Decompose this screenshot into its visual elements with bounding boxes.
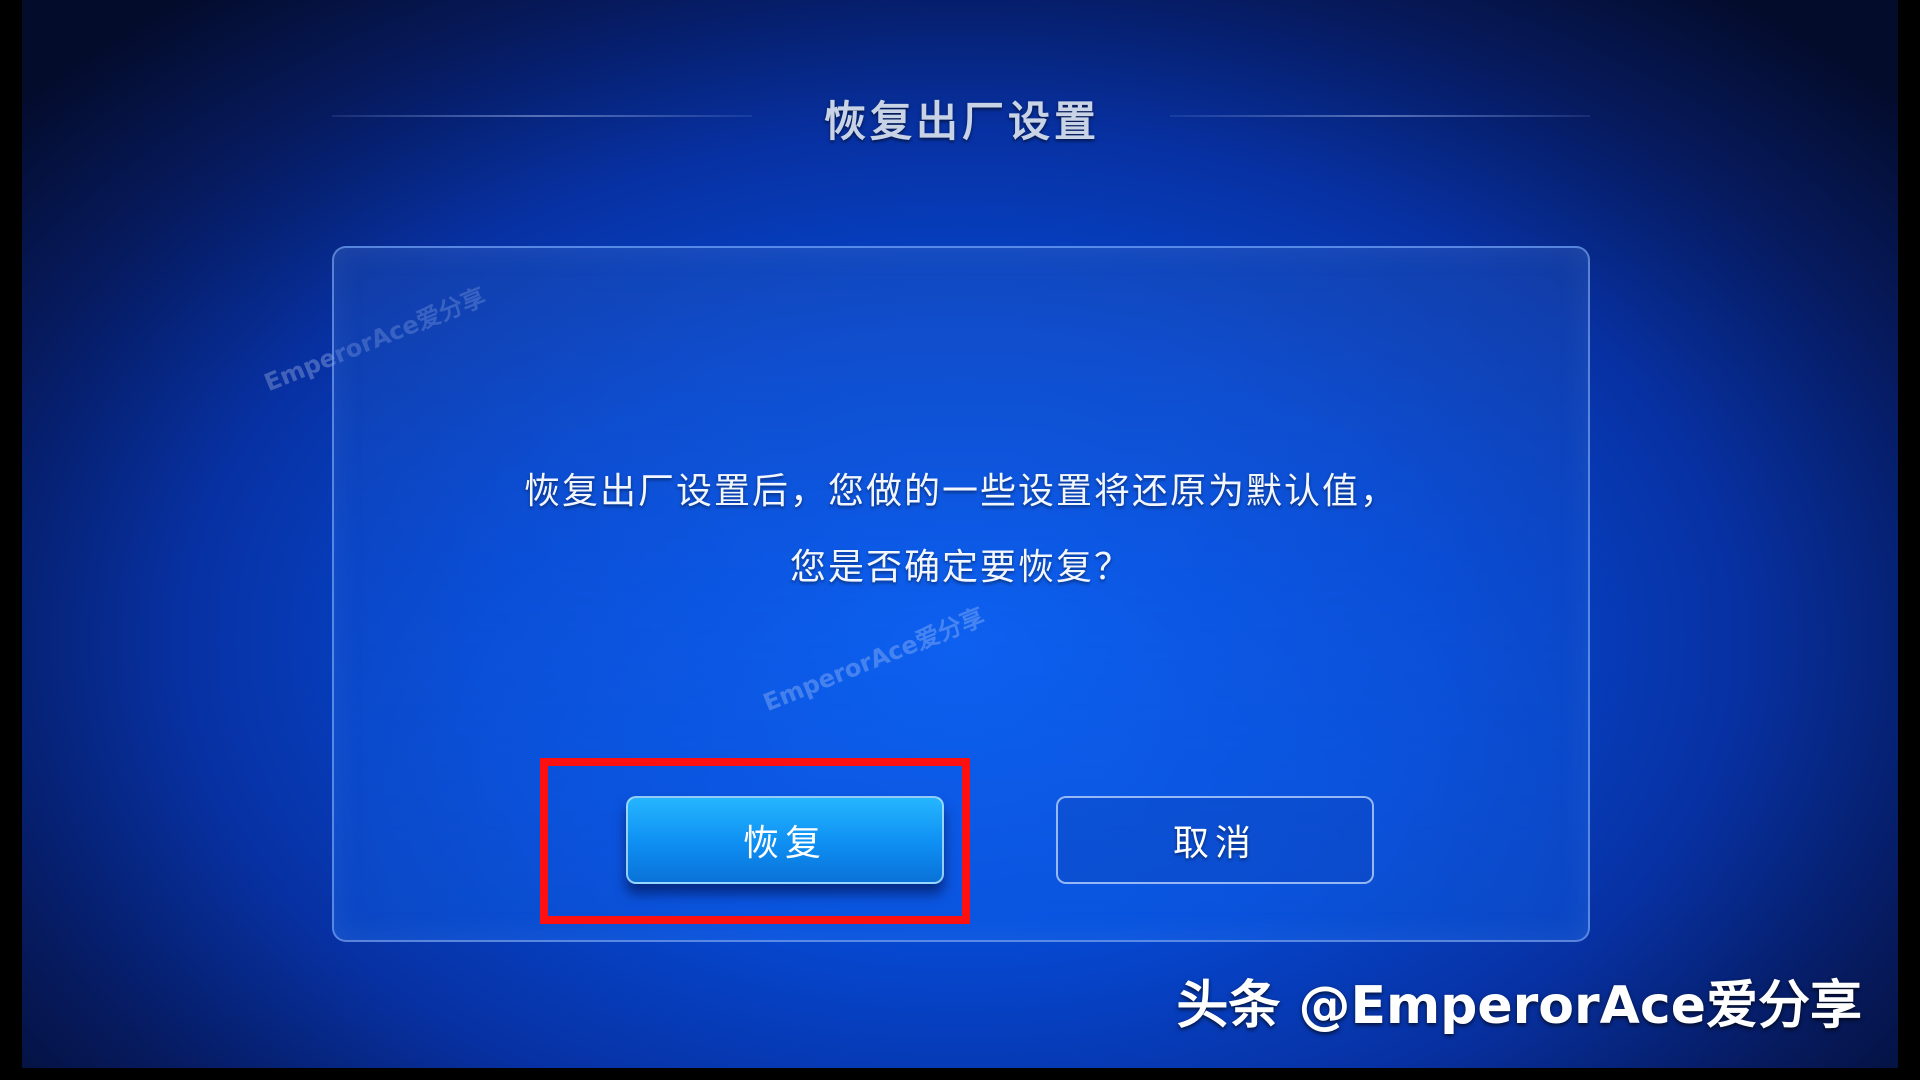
dialog-message-line2: 您是否确定要恢复？ — [789, 547, 1132, 588]
tv-screen: 恢复出厂设置 EmperorAce爱分享 恢复出厂设置后，您做的一些设置将还原为… — [22, 0, 1898, 1068]
cancel-button[interactable]: 取消 — [1056, 796, 1374, 884]
dialog-message-line1: 恢复出厂设置后，您做的一些设置将还原为默认值， — [523, 471, 1398, 512]
cancel-button-label: 取消 — [1172, 823, 1257, 864]
highlight-annotation-box — [540, 758, 970, 924]
title-divider-right — [1170, 115, 1590, 117]
source-credit: 头条 @EmperorAce爱分享 — [1176, 976, 1862, 1036]
title-divider-left — [332, 115, 752, 117]
page-title: 恢复出厂设置 — [823, 97, 1100, 146]
